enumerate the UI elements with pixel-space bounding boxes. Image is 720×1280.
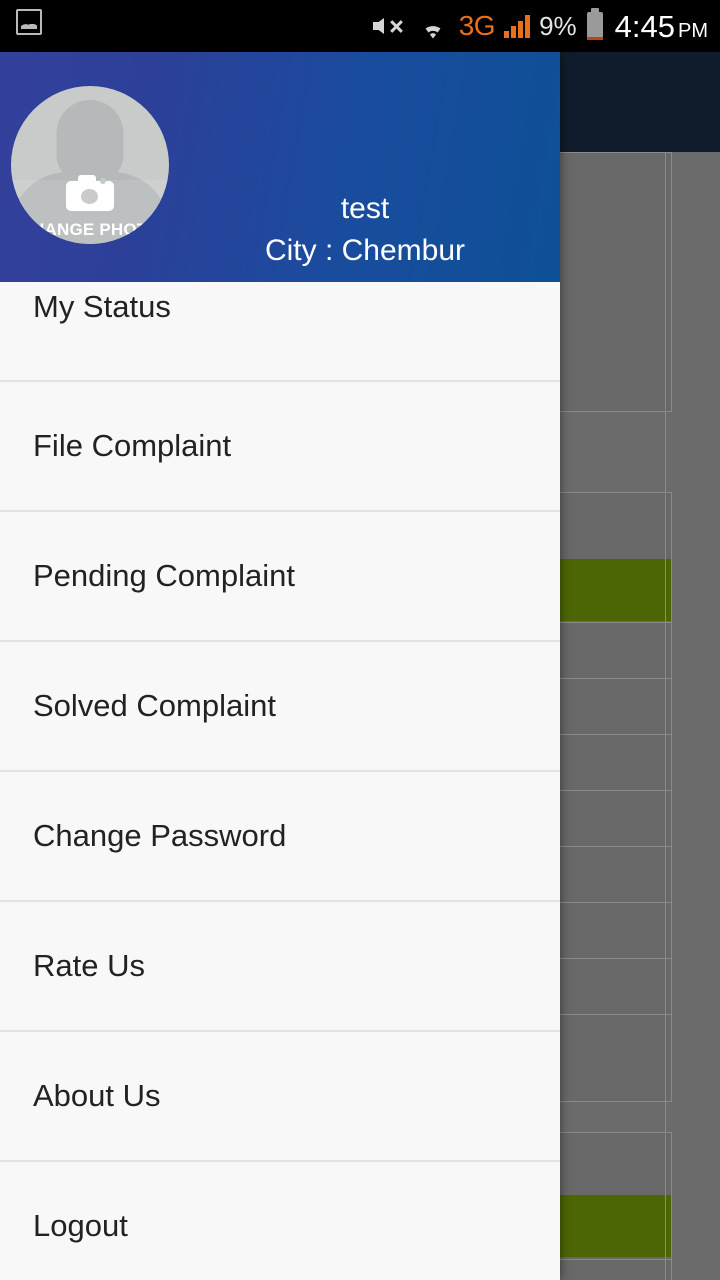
image-icon: [16, 9, 42, 35]
clock-time: 4:45: [614, 8, 675, 44]
menu-item-logout[interactable]: Logout: [0, 1162, 560, 1280]
change-photo-label: CHANGE PHOTO: [19, 220, 161, 239]
clock: 4:45 PM: [615, 11, 708, 42]
menu-item-label: Pending Complaint: [33, 558, 295, 593]
menu-item-label: Rate Us: [33, 948, 145, 983]
status-bar-notifications: [16, 9, 42, 35]
menu-item-label: Change Password: [33, 818, 287, 853]
avatar[interactable]: CHANGE PHOTO: [11, 86, 169, 244]
status-bar-system-icons: 3G 9% 4:45 PM: [372, 0, 708, 52]
wifi-icon: [425, 26, 441, 39]
menu-item-label: Solved Complaint: [33, 688, 276, 723]
background-card-edge: [665, 152, 666, 1280]
menu-item-about-us[interactable]: About Us: [0, 1032, 560, 1162]
menu-item-pending-complaint[interactable]: Pending Complaint: [0, 512, 560, 642]
volume-mute-icon: [372, 13, 407, 39]
menu-item-solved-complaint[interactable]: Solved Complaint: [0, 642, 560, 772]
drawer-menu-list: My Status File Complaint Pending Complai…: [0, 282, 560, 1280]
menu-item-label: About Us: [33, 1078, 161, 1113]
menu-item-change-password[interactable]: Change Password: [0, 772, 560, 902]
menu-item-rate-us[interactable]: Rate Us: [0, 902, 560, 1032]
drawer-header: CHANGE PHOTO test City : Chembur: [0, 52, 560, 282]
navigation-drawer: CHANGE PHOTO test City : Chembur My Stat…: [0, 52, 560, 1280]
battery-percent-label: 9%: [539, 11, 577, 41]
status-bar: 3G 9% 4:45 PM: [0, 0, 720, 52]
user-city: City : Chembur: [264, 234, 466, 267]
signal-icon: [504, 14, 531, 38]
menu-item-label: My Status: [33, 289, 171, 324]
user-name: test: [340, 192, 390, 225]
clock-ampm: PM: [678, 19, 708, 42]
battery-icon: [586, 8, 603, 40]
camera-flash-dot-icon: [100, 178, 106, 184]
menu-item-label: Logout: [33, 1208, 128, 1243]
user-info: test City : Chembur: [180, 192, 550, 272]
menu-item-my-status[interactable]: My Status: [0, 282, 560, 382]
network-type-label: 3G: [458, 10, 496, 41]
menu-item-label: File Complaint: [33, 428, 232, 463]
phone-screen: tus 06322): [0, 0, 720, 1280]
menu-item-file-complaint[interactable]: File Complaint: [0, 382, 560, 512]
camera-icon: [66, 175, 114, 211]
